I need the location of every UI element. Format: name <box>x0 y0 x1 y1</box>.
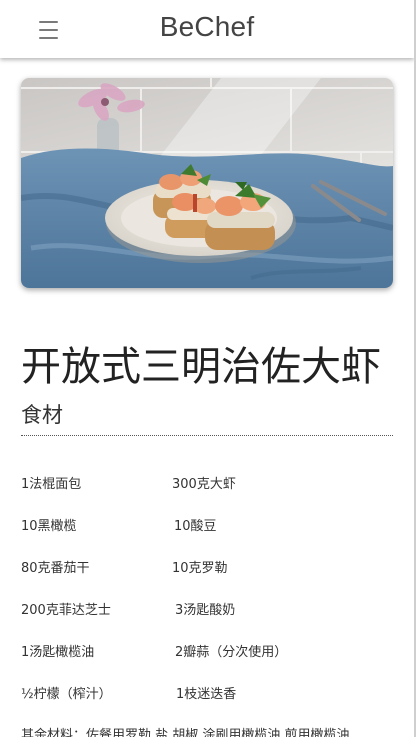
shrimp-sandwich-photo <box>21 78 393 288</box>
ingredients-list: 1法棍面包 300克大虾 10黑橄榄 10酸豆 80克番茄干 10克罗勒 200… <box>21 473 393 725</box>
top-app-bar: BeChef <box>0 0 414 58</box>
recipe-title: 开放式三明治佐大虾 <box>21 344 381 390</box>
ingredient-row: 200克菲达芝士 3汤匙酸奶 <box>21 599 393 641</box>
ingredient-item: 300克大虾 <box>172 477 236 492</box>
ingredient-item: 1法棍面包 <box>21 477 82 492</box>
ingredient-row: 80克番茄干 10克罗勒 <box>21 557 393 599</box>
ingredient-item: 200克菲达芝士 <box>21 603 111 618</box>
ingredient-item: ½柠檬（榨汁） <box>21 687 112 702</box>
ingredient-item: 1枝迷迭香 <box>176 687 237 702</box>
app-screen: BeChef 开放式三明治佐大虾 食材 1法棍面包 300克大虾 10黑橄榄 1… <box>0 0 416 737</box>
ingredient-row: 1法棍面包 300克大虾 <box>21 473 393 515</box>
ingredient-item: 10酸豆 <box>174 519 217 534</box>
ingredient-item: 80克番茄干 <box>21 561 90 576</box>
ingredient-item: 10克罗勒 <box>172 561 228 576</box>
ingredient-item: 10黑橄榄 <box>21 519 77 534</box>
other-materials-note: 其余材料：佐餐用罗勒,盐,胡椒,涂刷用橄榄油,煎用橄榄油 <box>21 728 350 737</box>
ingredients-section-header: 食材 <box>21 401 393 436</box>
recipe-hero-image <box>21 78 393 288</box>
ingredients-heading: 食材 <box>21 403 63 427</box>
ingredient-item: 3汤匙酸奶 <box>175 603 236 618</box>
ingredient-item: 2瓣蒜（分次使用） <box>175 645 288 660</box>
ingredient-row: 10黑橄榄 10酸豆 <box>21 515 393 557</box>
ingredient-row: ½柠檬（榨汁） 1枝迷迭香 <box>21 683 393 725</box>
brand-title[interactable]: BeChef <box>0 11 414 43</box>
ingredient-row: 1汤匙橄榄油 2瓣蒜（分次使用） <box>21 641 393 683</box>
ingredient-item: 1汤匙橄榄油 <box>21 645 95 660</box>
